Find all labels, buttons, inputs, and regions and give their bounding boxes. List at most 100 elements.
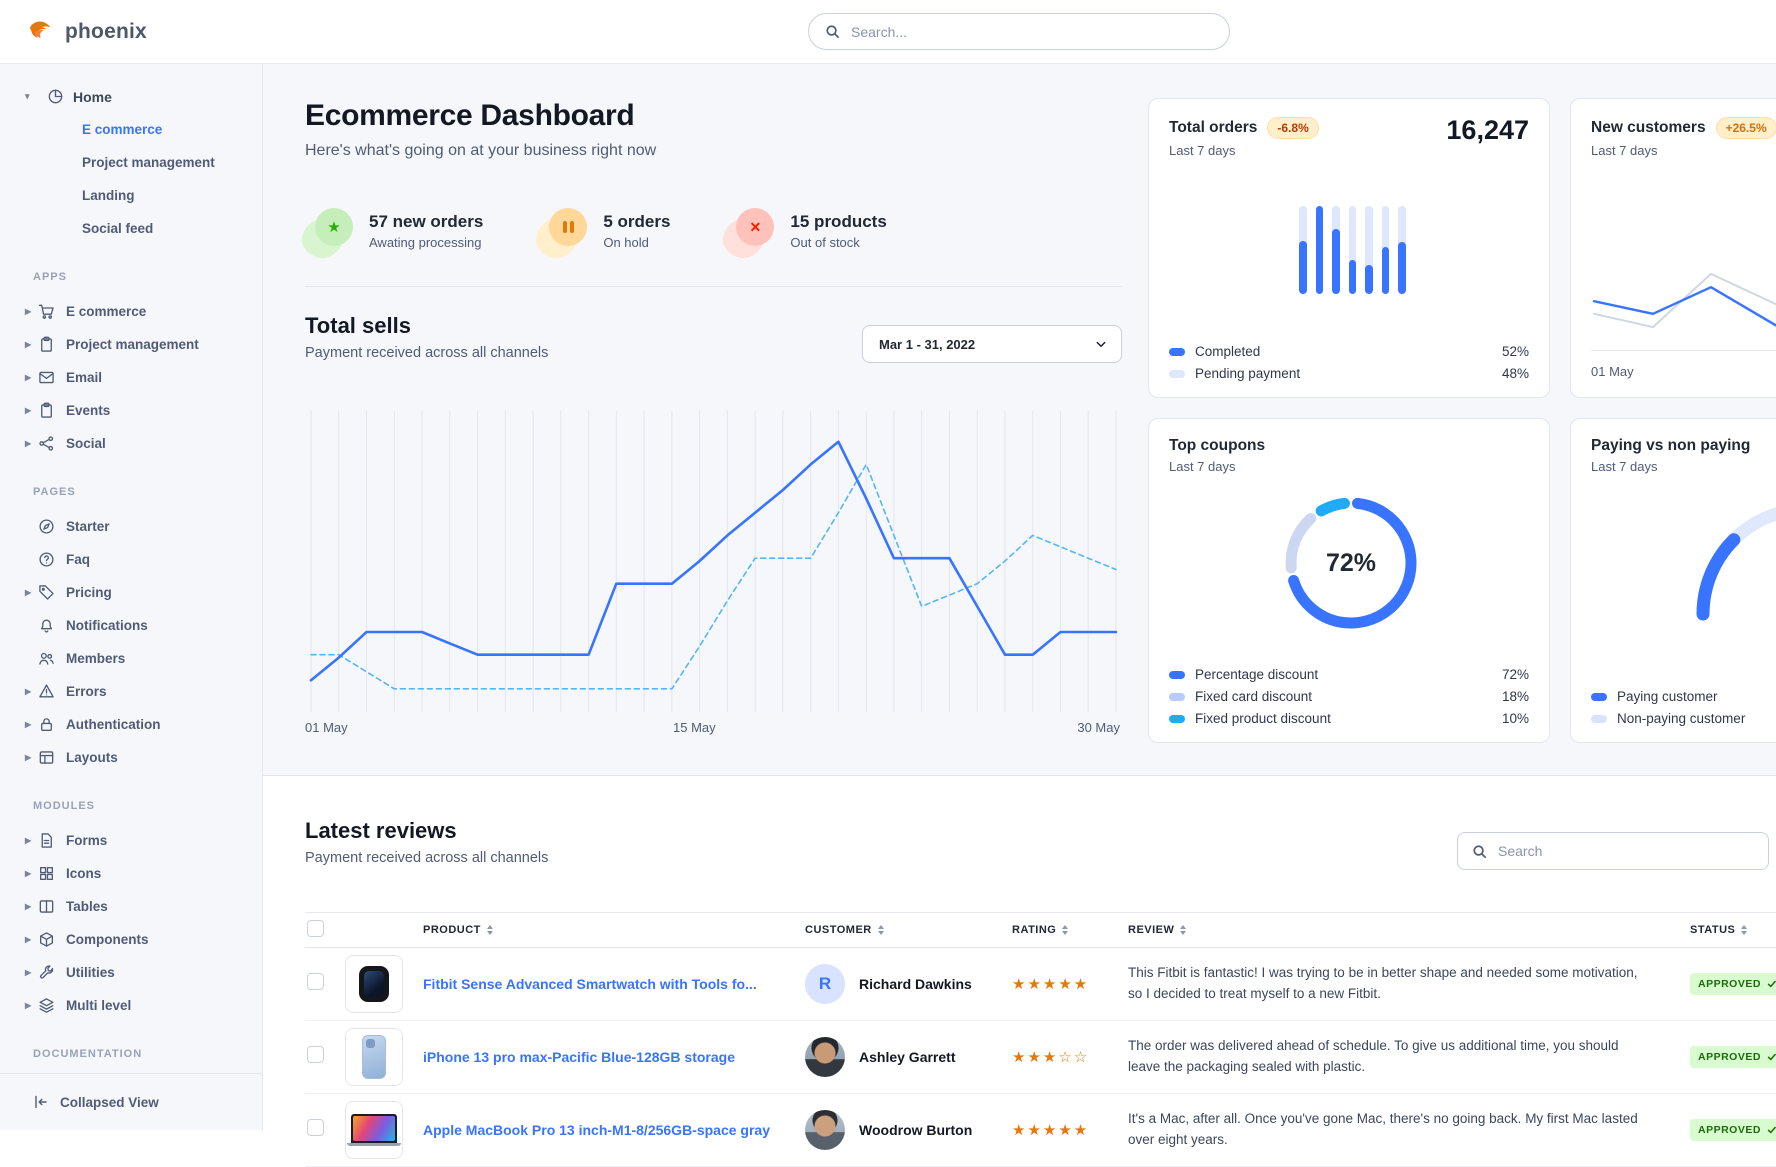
product-thumbnail[interactable] <box>345 955 403 1013</box>
caret-right-icon: ▶ <box>25 935 38 944</box>
legend-row: Non-paying customer <box>1591 711 1776 726</box>
sidebar-item-faq[interactable]: Faq <box>0 543 262 576</box>
stat-value: 5 orders <box>603 212 670 232</box>
sidebar-item-forms[interactable]: ▶Forms <box>0 824 262 857</box>
check-icon <box>1767 1125 1776 1135</box>
sidebar-item-multi-level[interactable]: ▶Multi level <box>0 989 262 1022</box>
product-link[interactable]: Fitbit Sense Advanced Smartwatch with To… <box>423 976 805 992</box>
new-customers-axis-line <box>1591 350 1776 351</box>
sidebar-item-pricing[interactable]: ▶Pricing <box>0 576 262 609</box>
quick-stats: ★ 57 new orders Awating processing 5 ord… <box>305 208 1122 254</box>
stat-value: 57 new orders <box>369 212 483 232</box>
stat-out-of-stock: ✕ 15 products Out of stock <box>726 208 886 254</box>
phoenix-logo-icon <box>26 17 56 47</box>
sidebar-item-layouts[interactable]: ▶Layouts <box>0 741 262 774</box>
reviews-search[interactable] <box>1457 832 1769 870</box>
sidebar-item-home[interactable]: ▾Home <box>0 80 262 113</box>
row-checkbox[interactable] <box>307 1046 324 1063</box>
sidebar-section-apps: APPS <box>33 271 262 283</box>
stat-caption: On hold <box>603 235 670 250</box>
sidebar-item-components[interactable]: ▶Components <box>0 923 262 956</box>
reviews-search-input[interactable] <box>1498 843 1754 859</box>
alert-triangle-icon <box>38 683 55 700</box>
total-orders-card: Total orders -6.8% Last 7 days 16,247 Co… <box>1148 98 1550 398</box>
sidebar-item-email[interactable]: ▶Email <box>0 361 262 394</box>
legend-row: Fixed card discount18% <box>1169 689 1529 704</box>
table-icon <box>38 898 55 915</box>
brand-logo[interactable]: phoenix <box>26 17 147 47</box>
top-coupons-donut: 72% <box>1271 483 1431 643</box>
caret-right-icon: ▶ <box>25 439 38 448</box>
col-header-rating[interactable]: RATING <box>1012 924 1128 936</box>
global-search-input[interactable] <box>851 24 1213 40</box>
reviews-table-header: PRODUCTCUSTOMERRATINGREVIEW STATUS <box>305 912 1776 948</box>
sidebar-item-starter[interactable]: Starter <box>0 510 262 543</box>
product-link[interactable]: iPhone 13 pro max-Pacific Blue-128GB sto… <box>423 1049 805 1065</box>
sidebar-item-members[interactable]: Members <box>0 642 262 675</box>
product-image-watch <box>359 966 389 1002</box>
select-all-checkbox[interactable] <box>307 920 324 937</box>
order-bar <box>1398 206 1406 294</box>
sidebar-item-e-commerce[interactable]: ▶E commerce <box>0 295 262 328</box>
sidebar-subitem-social-feed[interactable]: Social feed <box>0 212 262 245</box>
caret-right-icon: ▶ <box>25 968 38 977</box>
stat-awating-processing: ★ 57 new orders Awating processing <box>305 208 483 254</box>
col-header-status[interactable]: STATUS <box>1690 924 1776 936</box>
avatar <box>805 1110 845 1150</box>
collapse-label: Collapsed View <box>60 1095 159 1110</box>
compass-icon <box>38 518 55 535</box>
sidebar-item-errors[interactable]: ▶Errors <box>0 675 262 708</box>
legend-row: Fixed product discount10% <box>1169 711 1529 726</box>
product-thumbnail[interactable] <box>345 1101 403 1159</box>
order-bar <box>1299 206 1307 294</box>
sidebar-item-utilities[interactable]: ▶Utilities <box>0 956 262 989</box>
brand-name: phoenix <box>65 20 147 44</box>
sort-icon <box>1062 925 1068 935</box>
global-search[interactable] <box>808 13 1230 50</box>
product-link[interactable]: Apple MacBook Pro 13 inch-M1-8/256GB-spa… <box>423 1122 805 1138</box>
check-icon <box>1767 979 1776 989</box>
col-header-review[interactable]: REVIEW <box>1128 924 1668 936</box>
sidebar-subitem-project-management[interactable]: Project management <box>0 146 262 179</box>
pause-icon <box>563 221 574 233</box>
sidebar-item-events[interactable]: ▶Events <box>0 394 262 427</box>
caret-down-icon: ▾ <box>25 91 38 102</box>
caret-right-icon: ▶ <box>25 836 38 845</box>
sidebar-item-project-management[interactable]: ▶Project management <box>0 328 262 361</box>
help-circle-icon <box>38 551 55 568</box>
sidebar-item-social[interactable]: ▶Social <box>0 427 262 460</box>
sidebar-subitem-e-commerce[interactable]: E commerce <box>0 113 262 146</box>
kpi-cards: Total orders -6.8% Last 7 days 16,247 Co… <box>1148 98 1776 775</box>
row-checkbox[interactable] <box>307 1119 324 1136</box>
sidebar-subitem-landing[interactable]: Landing <box>0 179 262 212</box>
date-range-select[interactable]: Mar 1 - 31, 2022 <box>862 325 1122 363</box>
customer-name: Woodrow Burton <box>859 1122 972 1138</box>
col-header-product[interactable]: PRODUCT <box>423 924 805 936</box>
row-checkbox[interactable] <box>307 973 324 990</box>
sidebar-section-modules: MODULES <box>33 800 262 812</box>
paying-card: Paying vs non paying Last 7 days Paying … <box>1570 418 1776 743</box>
stat-icon: ★ <box>305 208 353 254</box>
legend-row: Paying customer <box>1591 689 1776 704</box>
sidebar-item-notifications[interactable]: Notifications <box>0 609 262 642</box>
total-sells-subtitle: Payment received across all channels <box>305 345 548 361</box>
sidebar-item-authentication[interactable]: ▶Authentication <box>0 708 262 741</box>
top-coupons-card: Top coupons Last 7 days 72% Percentage d… <box>1148 418 1550 743</box>
page-title: Ecommerce Dashboard <box>305 98 1122 134</box>
sidebar-item-icons[interactable]: ▶Icons <box>0 857 262 890</box>
top-coupons-center-value: 72% <box>1271 483 1431 643</box>
x-icon: ✕ <box>750 219 762 236</box>
sidebar-collapse-toggle[interactable]: Collapsed View <box>0 1073 262 1130</box>
order-bar <box>1316 206 1324 294</box>
order-bar <box>1382 206 1390 294</box>
stat-caption: Out of stock <box>790 235 886 250</box>
sidebar-item-tables[interactable]: ▶Tables <box>0 890 262 923</box>
top-coupons-period: Last 7 days <box>1169 459 1529 474</box>
main-content: Ecommerce Dashboard Here's what's going … <box>263 64 1776 1130</box>
col-header-customer[interactable]: CUSTOMER <box>805 924 1012 936</box>
package-icon <box>38 931 55 948</box>
caret-right-icon: ▶ <box>25 406 38 415</box>
search-icon <box>825 24 840 39</box>
product-thumbnail[interactable] <box>345 1028 403 1086</box>
status-badge: APPROVED <box>1690 973 1776 995</box>
